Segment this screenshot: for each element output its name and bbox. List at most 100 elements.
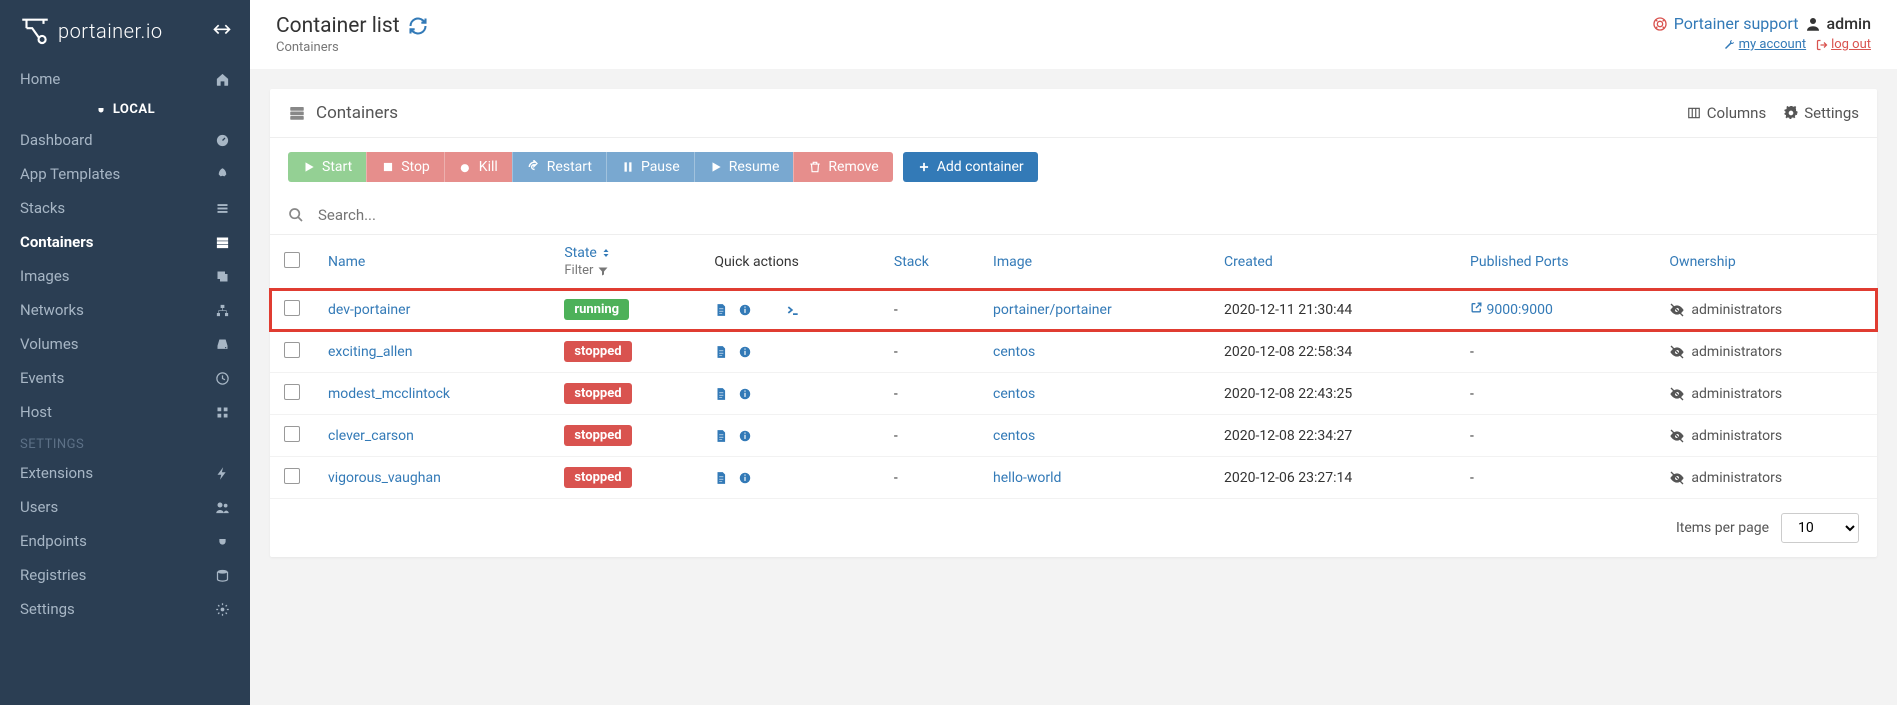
port-link[interactable]: 9000:9000: [1470, 302, 1553, 318]
sitemap-icon: [215, 303, 230, 318]
items-per-page-select[interactable]: 10: [1781, 513, 1859, 543]
stop-button[interactable]: Stop: [366, 152, 444, 182]
logs-icon[interactable]: [714, 471, 728, 485]
row-checkbox[interactable]: [284, 342, 300, 358]
stats-icon[interactable]: [762, 303, 776, 317]
container-name-link[interactable]: clever_carson: [328, 428, 414, 444]
sidebar-item-label: Stacks: [20, 199, 65, 217]
eye-off-icon: [1669, 428, 1685, 444]
restart-button[interactable]: Restart: [512, 152, 606, 182]
settings-button[interactable]: Settings: [1784, 104, 1859, 122]
external-link-icon: [1470, 301, 1483, 314]
sidebar-item-users[interactable]: Users: [0, 490, 250, 524]
row-checkbox[interactable]: [284, 426, 300, 442]
select-all-checkbox[interactable]: [284, 252, 300, 268]
sidebar-item-label: Containers: [20, 233, 93, 251]
col-ports[interactable]: Published Ports: [1456, 235, 1655, 289]
image-link[interactable]: centos: [993, 428, 1035, 444]
row-checkbox[interactable]: [284, 300, 300, 316]
wrench-icon: [1723, 39, 1735, 51]
image-link[interactable]: hello-world: [993, 470, 1061, 486]
trash-icon: [808, 160, 822, 174]
rocket-icon: [215, 167, 230, 182]
columns-button[interactable]: Columns: [1687, 104, 1766, 122]
logs-icon[interactable]: [714, 387, 728, 401]
container-name-link[interactable]: vigorous_vaughan: [328, 470, 441, 486]
state-badge: stopped: [564, 341, 631, 362]
user-badge[interactable]: admin: [1804, 14, 1871, 33]
logs-icon[interactable]: [714, 303, 728, 317]
inspect-icon[interactable]: [738, 345, 752, 359]
resume-button[interactable]: Resume: [694, 152, 794, 182]
row-checkbox[interactable]: [284, 384, 300, 400]
crane-icon: [18, 14, 52, 48]
start-button[interactable]: Start: [288, 152, 366, 182]
owner-cell: administrators: [1669, 428, 1863, 444]
state-badge: stopped: [564, 467, 631, 488]
server-icon: [215, 235, 230, 250]
add-container-button[interactable]: Add container: [903, 152, 1038, 182]
sidebar-item-registries[interactable]: Registries: [0, 558, 250, 592]
col-owner[interactable]: Ownership: [1655, 235, 1877, 289]
brand-logo[interactable]: portainer.io: [18, 14, 163, 48]
row-checkbox[interactable]: [284, 468, 300, 484]
server-icon: [288, 104, 306, 122]
image-link[interactable]: portainer/portainer: [993, 302, 1112, 318]
inspect-icon[interactable]: [738, 429, 752, 443]
sidebar-item-home[interactable]: Home: [0, 62, 250, 96]
state-badge: stopped: [564, 383, 631, 404]
image-link[interactable]: centos: [993, 344, 1035, 360]
filter-icon[interactable]: [597, 265, 609, 277]
collapse-icon[interactable]: [212, 21, 232, 41]
inspect-icon[interactable]: [738, 303, 752, 317]
sidebar-item-stacks[interactable]: Stacks: [0, 191, 250, 225]
sidebar-item-label: App Templates: [20, 165, 120, 183]
sidebar-item-networks[interactable]: Networks: [0, 293, 250, 327]
sidebar-item-label: Host: [20, 403, 52, 421]
logs-icon[interactable]: [714, 345, 728, 359]
col-state[interactable]: State Filter: [550, 235, 700, 289]
plus-icon: [917, 160, 931, 174]
sidebar-item-settings[interactable]: Settings: [0, 592, 250, 626]
support-link[interactable]: Portainer support: [1674, 14, 1799, 33]
container-name-link[interactable]: dev-portainer: [328, 302, 410, 318]
col-created[interactable]: Created: [1210, 235, 1456, 289]
owner-cell: administrators: [1669, 470, 1863, 486]
my-account-link[interactable]: my account: [1739, 37, 1806, 52]
container-name-link[interactable]: modest_mcclintock: [328, 386, 450, 402]
sidebar-item-containers[interactable]: Containers: [0, 225, 250, 259]
kill-button[interactable]: Kill: [444, 152, 512, 182]
created-cell: 2020-12-11 21:30:44: [1210, 289, 1456, 331]
eye-off-icon: [1669, 470, 1685, 486]
col-image[interactable]: Image: [979, 235, 1210, 289]
col-stack[interactable]: Stack: [880, 235, 979, 289]
refresh-icon[interactable]: [408, 16, 428, 36]
logs-icon[interactable]: [714, 429, 728, 443]
page-title: Container list: [276, 14, 428, 38]
panel-title: Containers: [288, 103, 398, 123]
image-link[interactable]: centos: [993, 386, 1035, 402]
stack-cell: -: [880, 373, 979, 415]
sidebar-item-label: Extensions: [20, 464, 93, 482]
col-name[interactable]: Name: [314, 235, 550, 289]
sidebar-item-dashboard[interactable]: Dashboard: [0, 123, 250, 157]
bolt-icon: [215, 466, 230, 481]
inspect-icon[interactable]: [738, 387, 752, 401]
sidebar-item-label: Home: [20, 70, 60, 88]
pause-button[interactable]: Pause: [606, 152, 694, 182]
sidebar-item-events[interactable]: Events: [0, 361, 250, 395]
inspect-icon[interactable]: [738, 471, 752, 485]
console-icon[interactable]: [786, 303, 800, 317]
search-input[interactable]: [318, 206, 1859, 224]
sidebar-item-extensions[interactable]: Extensions: [0, 456, 250, 490]
logout-link[interactable]: log out: [1831, 37, 1871, 52]
sidebar-item-app-templates[interactable]: App Templates: [0, 157, 250, 191]
sidebar-item-host[interactable]: Host: [0, 395, 250, 429]
remove-button[interactable]: Remove: [793, 152, 892, 182]
sidebar-item-images[interactable]: Images: [0, 259, 250, 293]
sidebar-item-endpoints[interactable]: Endpoints: [0, 524, 250, 558]
layers-icon: [215, 269, 230, 284]
container-name-link[interactable]: exciting_allen: [328, 344, 412, 360]
sidebar-item-volumes[interactable]: Volumes: [0, 327, 250, 361]
ports-cell: -: [1456, 415, 1655, 457]
